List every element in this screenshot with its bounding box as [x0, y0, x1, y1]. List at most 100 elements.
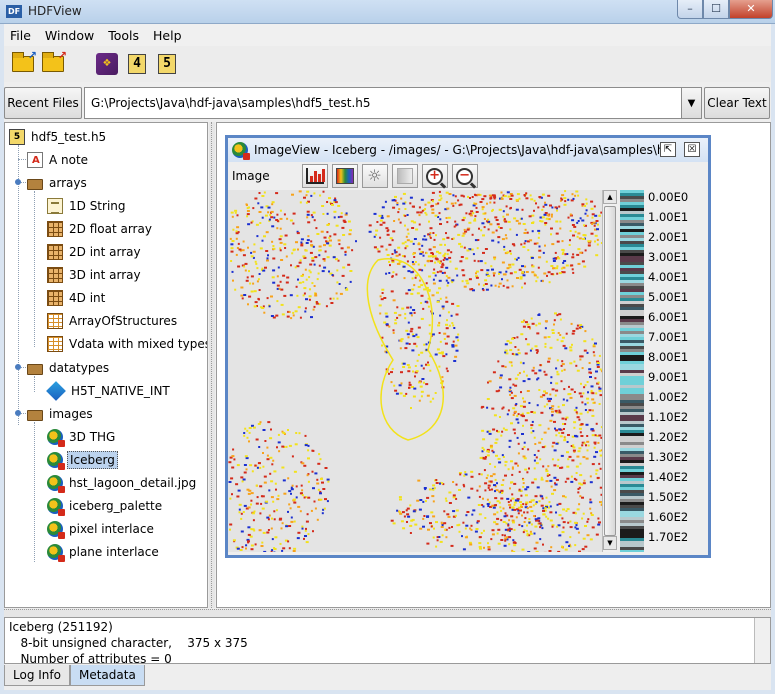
imageview-title: ImageView - Iceberg - /images/ - G:\Proj…: [254, 143, 664, 157]
path-dropdown-button[interactable]: ▼: [682, 87, 702, 119]
menubar: File Window Tools Help: [4, 24, 771, 46]
hdf5-library-button[interactable]: 5: [152, 49, 182, 79]
histogram-icon: [305, 168, 325, 184]
tree-item-vdata-mixed-types[interactable]: Vdata with mixed types: [47, 334, 208, 354]
menu-tools[interactable]: Tools: [102, 28, 145, 43]
menu-window[interactable]: Window: [39, 28, 100, 43]
tree-item-3d-int-array[interactable]: 3D int array: [47, 265, 143, 285]
main-toolbar: ↗ ↗ ❖ 4 5: [4, 46, 771, 82]
palette-label: 1.60E2: [648, 510, 689, 524]
hdf5-icon: 5: [158, 54, 176, 74]
tree-item-iceberg[interactable]: Iceberg: [47, 450, 118, 470]
tree-item-2d-int-array[interactable]: 2D int array: [47, 242, 143, 262]
vertical-splitter[interactable]: [209, 122, 215, 608]
color-palette-bar: [620, 190, 644, 553]
tree-item-h5t-native-int[interactable]: H5T_NATIVE_INT: [46, 381, 172, 401]
undock-button[interactable]: ⇱: [660, 142, 676, 157]
info-attributes: Number of attributes = 0: [9, 652, 172, 664]
palette-label: 1.20E2: [648, 430, 689, 444]
window-title: HDFView: [28, 4, 82, 18]
hdf4-library-button[interactable]: 4: [122, 49, 152, 79]
tab-log-info[interactable]: Log Info: [4, 665, 70, 686]
tree-item-a-note[interactable]: A note: [27, 150, 90, 170]
tree-item-1d-string[interactable]: 1D String: [47, 196, 128, 216]
close-button[interactable]: ✕: [729, 0, 773, 19]
folder-icon: [27, 364, 43, 375]
tree-item-label: Vdata with mixed types: [69, 337, 208, 351]
maximize-button[interactable]: ☐: [703, 0, 729, 19]
info-dataset-type: 8-bit unsigned character, 375 x 375: [9, 636, 248, 650]
tree-item-label: 4D int: [69, 291, 106, 305]
users-guide-button[interactable]: ❖: [92, 49, 122, 79]
tree-item-label: 3D THG: [69, 430, 116, 444]
file-path-bar: Recent Files G:\Projects\Java\hdf-java\s…: [4, 86, 771, 120]
clear-text-button[interactable]: Clear Text: [704, 87, 770, 119]
palette-label: 2.00E1: [648, 230, 689, 244]
zoom-in-icon: +: [426, 167, 444, 185]
image-menu[interactable]: Image: [228, 169, 276, 183]
scroll-thumb[interactable]: [604, 206, 616, 536]
main-window: File Window Tools Help ↗ ↗ ❖ 4 5 Recent …: [4, 24, 771, 690]
imageview-toolbar: Image ☼ + −: [228, 162, 708, 190]
tree-item-label: 2D float array: [69, 222, 152, 236]
file-path-input[interactable]: G:\Projects\Java\hdf-java\samples\hdf5_t…: [84, 87, 682, 119]
palette-button[interactable]: [331, 164, 358, 188]
palette-label: 5.00E1: [648, 290, 689, 304]
expand-toggle-icon[interactable]: [14, 178, 22, 186]
palette-label: 1.80E2: [648, 550, 688, 552]
palette-label: 0.00E0: [648, 190, 689, 204]
palette-label: 1.10E2: [648, 410, 689, 424]
tree-item-hst-lagoon-detail[interactable]: hst_lagoon_detail.jpg: [47, 473, 198, 493]
imageview-close-button[interactable]: ☒: [684, 142, 700, 157]
expand-toggle-icon[interactable]: [14, 363, 22, 371]
info-vertical-scrollbar[interactable]: [754, 618, 770, 663]
palette-label: 1.70E2: [648, 530, 689, 544]
tree-item-3d-thg[interactable]: 3D THG: [47, 427, 117, 447]
tree-item-label: pixel interlace: [69, 522, 154, 536]
tree-item-array-of-structures[interactable]: ArrayOfStructures: [47, 311, 179, 331]
scroll-up-button[interactable]: ▲: [603, 190, 617, 204]
tree-item-label: datatypes: [49, 361, 110, 375]
horizontal-splitter[interactable]: [4, 609, 771, 617]
menu-help[interactable]: Help: [147, 28, 188, 43]
tree-item-plane-interlace[interactable]: plane interlace: [47, 542, 161, 562]
recent-files-button[interactable]: Recent Files: [4, 87, 82, 119]
minimize-button[interactable]: –: [677, 0, 703, 19]
folder-icon: [27, 179, 43, 190]
file-tree[interactable]: 5 hdf5_test.h5 A note arrays 1D String 2…: [4, 122, 208, 608]
image-vertical-scrollbar[interactable]: ▲ ▼: [602, 190, 617, 552]
histogram-button[interactable]: [301, 164, 328, 188]
open-readonly-button[interactable]: ↗: [38, 49, 68, 79]
tree-item-root[interactable]: 5 hdf5_test.h5: [9, 127, 108, 147]
image-dataset-icon: [47, 498, 65, 516]
zoom-out-button[interactable]: −: [451, 164, 478, 188]
tree-item-label: 2D int array: [69, 245, 141, 259]
scroll-down-button[interactable]: ▼: [603, 536, 617, 550]
tab-metadata[interactable]: Metadata: [69, 665, 145, 686]
tree-item-label: plane interlace: [69, 545, 159, 559]
tree-item-pixel-interlace[interactable]: pixel interlace: [47, 519, 156, 539]
contrast-button[interactable]: [391, 164, 418, 188]
menu-file[interactable]: File: [4, 28, 37, 43]
metadata-info-pane[interactable]: Iceberg (251192) 8-bit unsigned characte…: [4, 617, 771, 664]
open-file-button[interactable]: ↗: [8, 49, 38, 79]
tree-item-4d-int[interactable]: 4D int: [47, 288, 107, 308]
zoom-in-button[interactable]: +: [421, 164, 448, 188]
tree-item-images[interactable]: images: [27, 404, 95, 424]
tree-item-2d-float-array[interactable]: 2D float array: [47, 219, 154, 239]
tree-item-iceberg-palette[interactable]: iceberg_palette: [47, 496, 164, 516]
palette-stripes: [620, 190, 644, 553]
iceberg-image[interactable]: [228, 190, 602, 552]
tree-item-label: iceberg_palette: [69, 499, 163, 513]
brightness-button[interactable]: ☼: [361, 164, 388, 188]
tree-item-arrays[interactable]: arrays: [27, 173, 89, 193]
book-icon: ❖: [96, 53, 118, 75]
imageview-window[interactable]: ImageView - Iceberg - /images/ - G:\Proj…: [225, 135, 711, 558]
expand-toggle-icon[interactable]: [14, 409, 22, 417]
imageview-titlebar[interactable]: ImageView - Iceberg - /images/ - G:\Proj…: [228, 138, 708, 162]
grid-dataset-icon: [47, 290, 63, 306]
tree-item-label: ArrayOfStructures: [69, 314, 178, 328]
tree-item-label: arrays: [49, 176, 87, 190]
tree-item-datatypes[interactable]: datatypes: [27, 358, 111, 378]
note-icon: [27, 152, 43, 168]
